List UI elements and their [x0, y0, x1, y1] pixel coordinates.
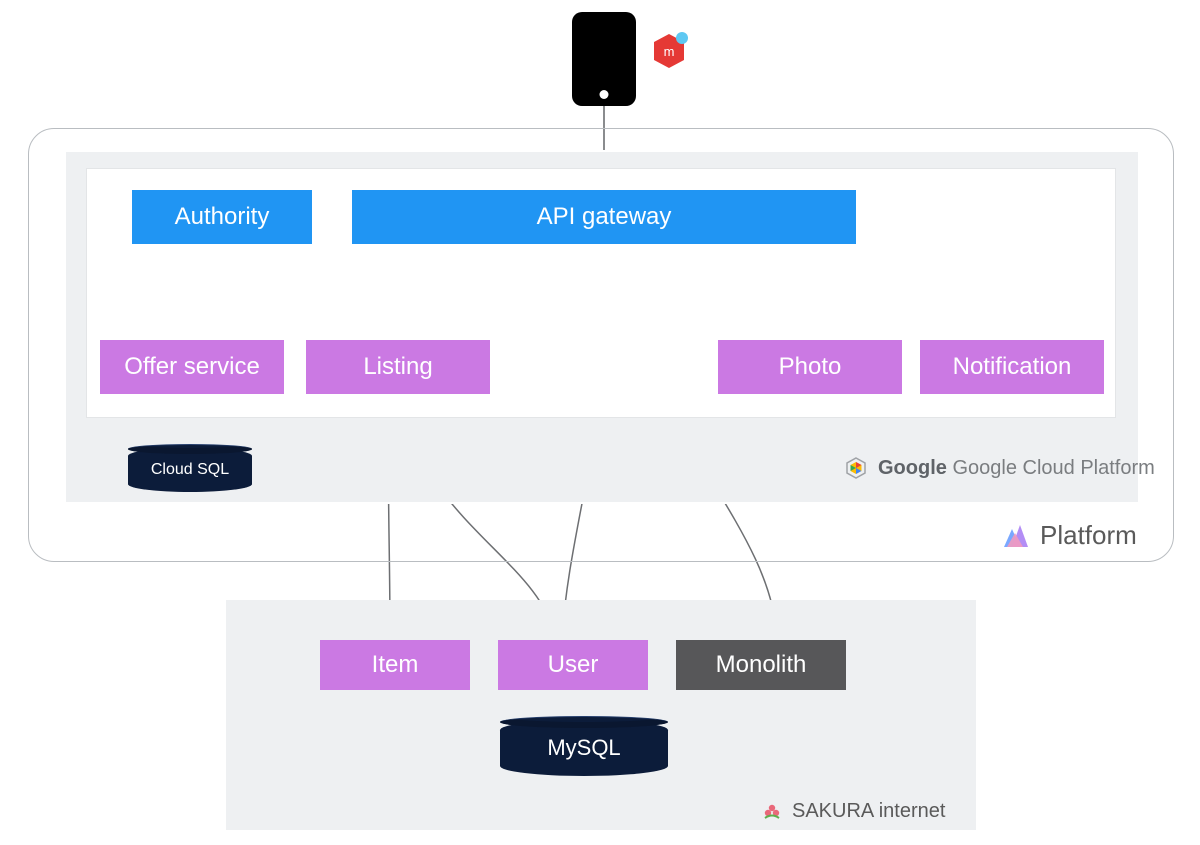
mysql-label: MySQL: [547, 735, 620, 761]
item-node: Item: [320, 640, 470, 690]
sakura-text: SAKURA internet: [792, 800, 945, 823]
monolith-label: Monolith: [716, 651, 807, 679]
notification-label: Notification: [953, 353, 1072, 381]
item-label: Item: [372, 651, 419, 679]
notification-node: Notification: [920, 340, 1104, 394]
authority-label: Authority: [175, 203, 270, 231]
platform-label-row: Platform: [1000, 520, 1137, 551]
mysql-db: MySQL: [500, 720, 668, 776]
api-gateway-label: API gateway: [537, 203, 672, 231]
listing-label: Listing: [363, 353, 432, 381]
sakura-label-row: SAKURA internet: [762, 800, 945, 823]
mercari-app-icon: m: [648, 30, 690, 72]
photo-node: Photo: [718, 340, 902, 394]
offer-service-label: Offer service: [124, 353, 260, 381]
sakura-flower-icon: [762, 802, 782, 822]
svg-text:m: m: [664, 44, 675, 59]
mobile-device-icon: [572, 12, 636, 106]
architecture-diagram: API gateway (dashed, bidirectional open …: [0, 0, 1200, 845]
gcp-hexagon-icon: [844, 456, 868, 480]
authority-node: Authority: [132, 190, 312, 244]
user-label: User: [548, 651, 599, 679]
monolith-node: Monolith: [676, 640, 846, 690]
offer-service-node: Offer service: [100, 340, 284, 394]
gcp-text: Google Google Cloud Platform: [878, 457, 1155, 480]
gcp-label-row: Google Google Cloud Platform: [844, 456, 1155, 480]
listing-node: Listing: [306, 340, 490, 394]
user-node: User: [498, 640, 648, 690]
cloud-sql-label: Cloud SQL: [151, 461, 229, 479]
photo-label: Photo: [779, 353, 842, 381]
cloud-sql-db: Cloud SQL: [128, 448, 252, 492]
api-gateway-node: API gateway: [352, 190, 856, 244]
platform-text: Platform: [1040, 520, 1137, 551]
sakura-container: [226, 600, 976, 830]
platform-triangles-icon: [1000, 523, 1030, 549]
